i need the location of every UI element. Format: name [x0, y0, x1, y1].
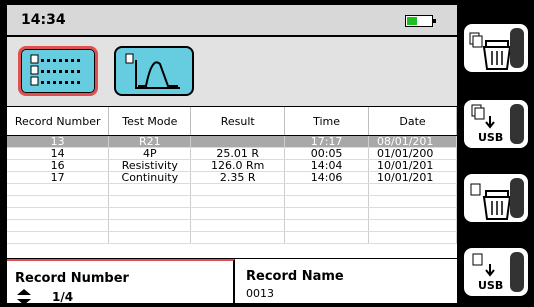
button-grip	[510, 178, 524, 218]
record-name-field[interactable]: Record Name 0013	[236, 259, 457, 303]
button-grip	[510, 252, 524, 292]
cell-record-number: 14	[7, 147, 110, 160]
table-row[interactable]: 17 Continuity 2.35 R 14:06 10/01/201	[7, 171, 457, 184]
cell-time: 17:17	[284, 135, 370, 148]
empty-row	[7, 195, 457, 208]
button-grip	[510, 28, 524, 68]
cell-test-mode: Continuity	[108, 171, 192, 184]
cell-test-mode: R21	[108, 135, 192, 148]
table-header-row: Record Number Test Mode Result Time Date	[7, 107, 457, 136]
cell-date: 10/01/201	[368, 159, 457, 172]
table-row[interactable]: 13 R21 17:17 08/01/201	[7, 135, 457, 148]
record-name-label: Record Name	[246, 269, 344, 284]
column-header[interactable]: Record Number	[7, 107, 110, 136]
record-number-value: 1/4	[52, 290, 74, 304]
cell-record-number: 17	[7, 171, 110, 184]
export-all-usb-icon	[471, 104, 495, 129]
empty-row	[7, 231, 457, 244]
main-panel: 14:34 Record Number Test Mode Result Tim…	[6, 4, 458, 305]
cell-time: 14:04	[284, 159, 370, 172]
cell-test-mode: Resistivity	[108, 159, 192, 172]
graph-view-button[interactable]	[114, 46, 194, 96]
empty-row	[7, 183, 457, 196]
battery-icon	[405, 15, 436, 27]
record-name-value: 0013	[246, 287, 274, 300]
records-table: Record Number Test Mode Result Time Date…	[7, 107, 457, 244]
empty-row	[7, 219, 457, 232]
status-bar: 14:34	[7, 5, 457, 37]
cell-result: 126.0 Rm	[190, 159, 286, 172]
export-record-usb-icon	[472, 253, 495, 277]
cell-date: 01/01/200	[368, 147, 457, 160]
empty-row	[7, 207, 457, 220]
delete-record-button[interactable]	[462, 172, 530, 224]
cell-date: 10/01/201	[368, 171, 457, 184]
table-view-button[interactable]	[18, 46, 98, 96]
delete-record-icon	[470, 183, 512, 220]
record-number-label: Record Number	[15, 271, 129, 286]
record-info-panel: Record Number 1/4 Record Name 0013	[7, 258, 457, 305]
clock: 14:34	[21, 12, 66, 28]
cell-record-number: 13	[7, 135, 110, 148]
table-row[interactable]: 16 Resistivity 126.0 Rm 14:04 10/01/201	[7, 159, 457, 172]
up-down-arrows-icon	[17, 289, 31, 305]
cell-date: 08/01/201	[368, 135, 457, 148]
delete-records-icon	[469, 32, 512, 70]
cell-time: 00:05	[284, 147, 370, 160]
column-header[interactable]: Result	[190, 107, 286, 136]
cell-result: 2.35 R	[190, 171, 286, 184]
table-row[interactable]: 14 4P 25.01 R 00:05 01/01/200	[7, 147, 457, 160]
export-record-usb-button[interactable]: USB	[462, 246, 530, 298]
column-header[interactable]: Test Mode	[108, 107, 192, 136]
export-all-usb-button[interactable]: USB	[462, 98, 530, 150]
cell-time: 14:06	[284, 171, 370, 184]
button-grip	[510, 104, 524, 144]
table-view-icon	[30, 54, 80, 86]
cell-test-mode: 4P	[108, 147, 192, 160]
graph-view-icon	[125, 53, 180, 89]
column-header[interactable]: Date	[368, 107, 457, 136]
usb-label: USB	[478, 131, 504, 144]
cell-record-number: 16	[7, 159, 110, 172]
record-number-field[interactable]: Record Number 1/4	[7, 259, 235, 305]
delete-records-button[interactable]	[462, 22, 530, 74]
usb-label: USB	[478, 279, 504, 292]
cell-result	[190, 135, 286, 148]
cell-result: 25.01 R	[190, 147, 286, 160]
column-header[interactable]: Time	[284, 107, 370, 136]
view-mode-bar	[7, 37, 457, 107]
